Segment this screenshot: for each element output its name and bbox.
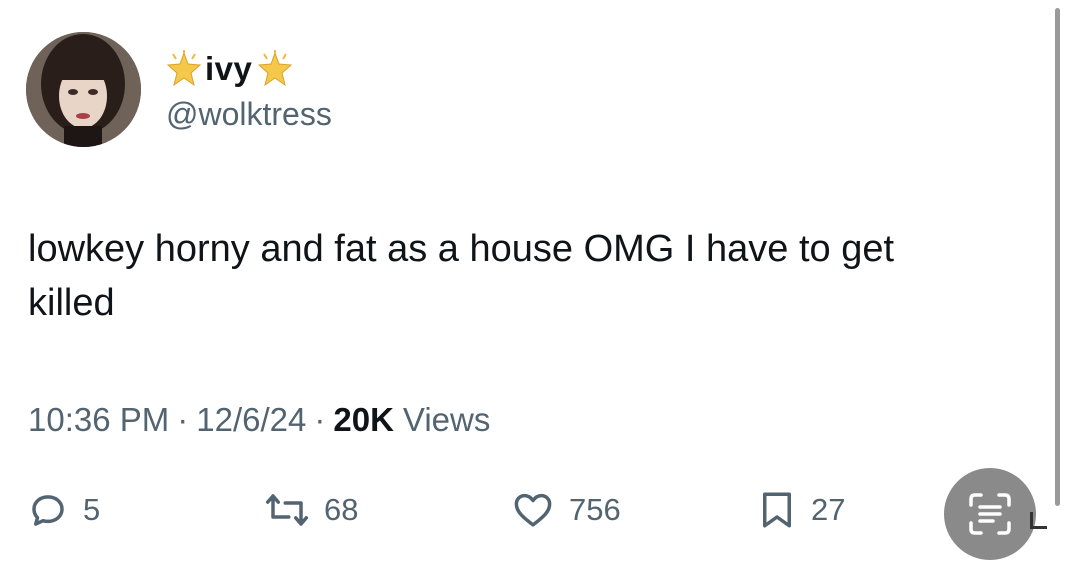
reply-button[interactable]: 5 [27, 482, 100, 538]
views-label[interactable]: Views [403, 401, 490, 439]
tweet-card: ivy @wolktress lowkey horny and fat as a… [0, 0, 1070, 570]
avatar[interactable] [26, 32, 141, 147]
retweet-button[interactable]: 68 [264, 482, 358, 538]
action-bar: 5 68 756 27 [0, 482, 1070, 542]
tweet-meta: 10:36 PM · 12/6/24 · 20K Views [28, 401, 490, 439]
scan-corner-mark [1030, 512, 1047, 529]
meta-separator: · [314, 401, 326, 438]
tweet-time[interactable]: 10:36 PM [28, 401, 169, 439]
retweet-icon [266, 494, 308, 526]
reply-count: 5 [83, 492, 101, 527]
sparkle-star-icon [165, 50, 203, 88]
heart-icon [514, 493, 552, 527]
tweet-date[interactable]: 12/6/24 [196, 401, 306, 439]
reply-icon [32, 495, 64, 526]
bookmark-icon [763, 492, 791, 528]
avatar-photo-icon [26, 32, 141, 147]
live-text-scan-icon [969, 493, 1011, 535]
scrollbar[interactable] [1055, 8, 1060, 506]
retweet-count: 68 [324, 492, 359, 527]
meta-separator: · [177, 401, 189, 438]
like-count: 756 [569, 492, 621, 527]
views-count[interactable]: 20K [333, 401, 394, 439]
text-scan-button[interactable] [944, 468, 1036, 560]
bookmark-count: 27 [811, 492, 846, 527]
tweet-text: lowkey horny and fat as a house OMG I ha… [28, 228, 895, 324]
bookmark-button[interactable]: 27 [757, 482, 845, 538]
sparkle-star-icon [256, 50, 294, 88]
user-handle[interactable]: @wolktress [166, 96, 332, 133]
like-button[interactable]: 756 [511, 482, 621, 538]
display-name-row[interactable]: ivy [165, 44, 294, 94]
display-name[interactable]: ivy [205, 50, 252, 88]
